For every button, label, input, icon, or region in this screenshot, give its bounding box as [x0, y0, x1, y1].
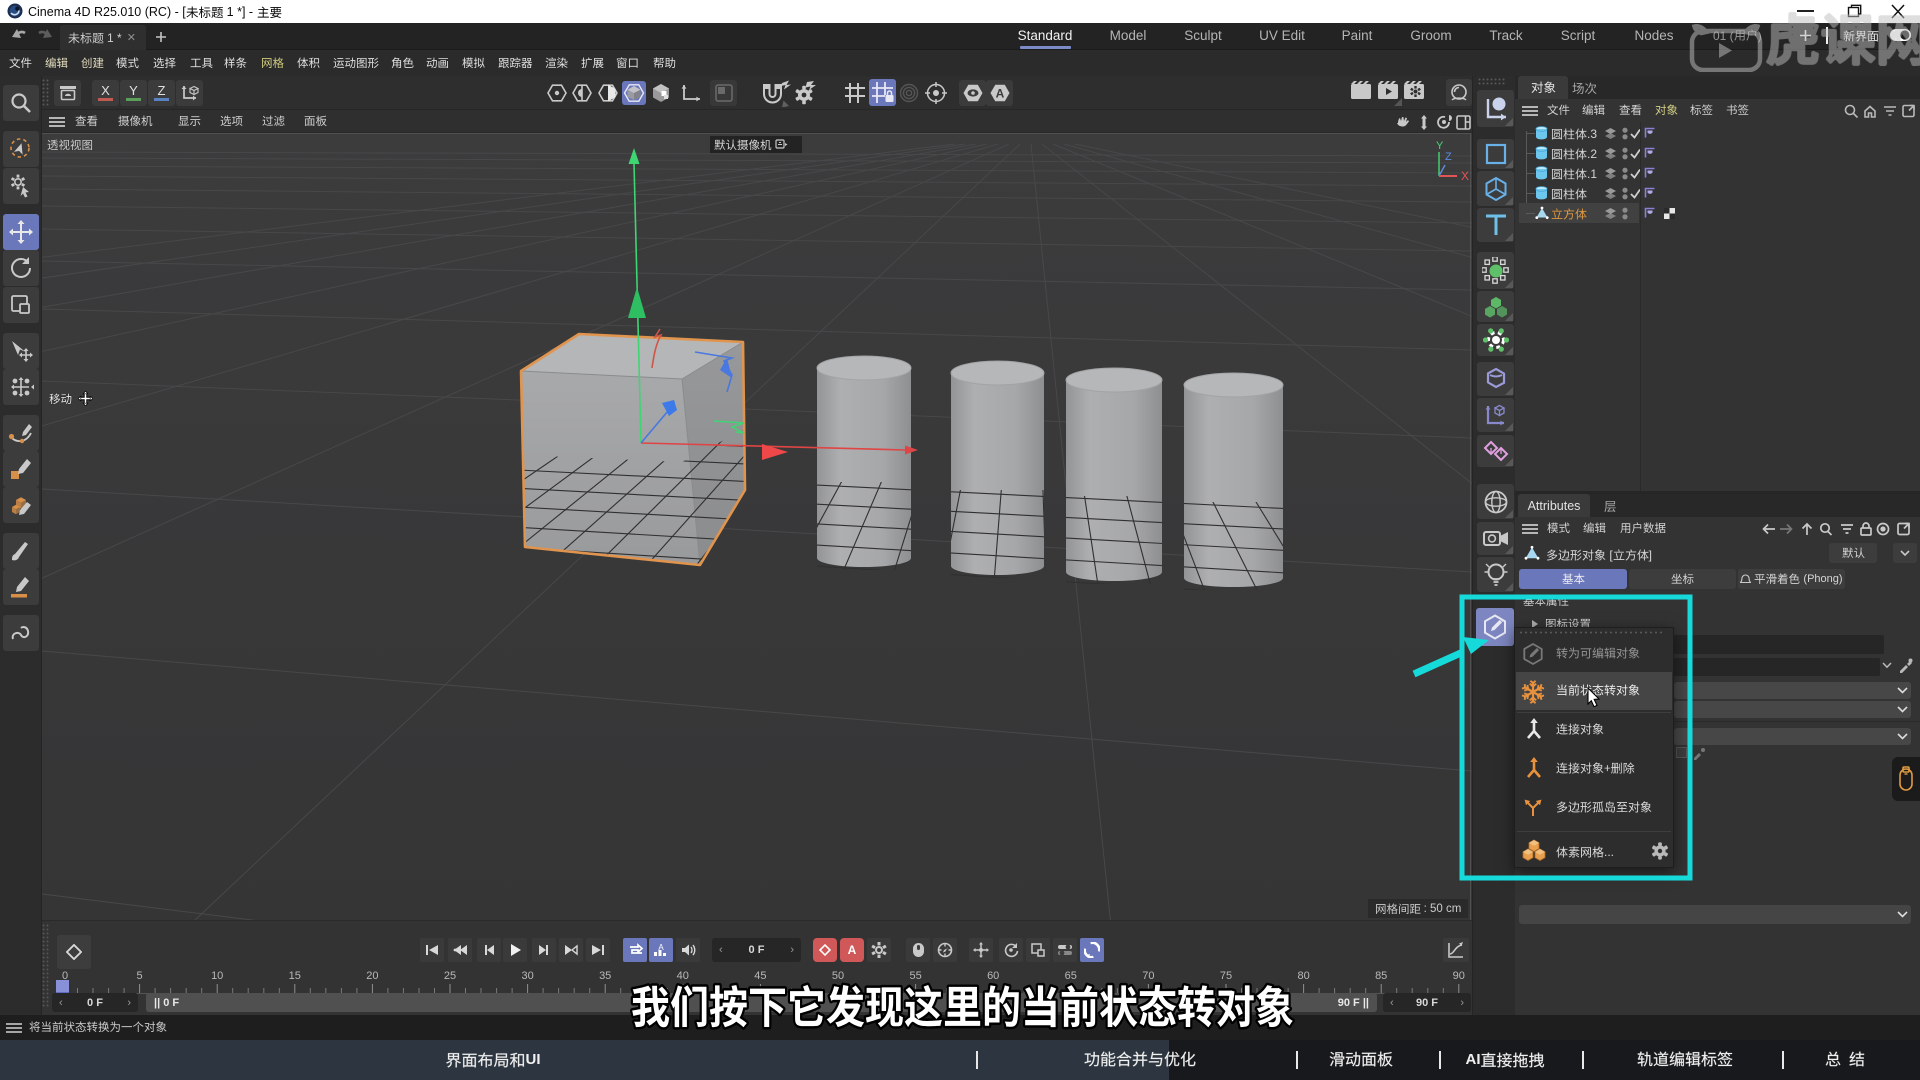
- svg-text:Z: Z: [1445, 151, 1452, 163]
- svg-text:35: 35: [599, 970, 611, 982]
- svg-text:75: 75: [1220, 970, 1232, 982]
- svg-text:20: 20: [366, 970, 378, 982]
- svg-text:15: 15: [289, 970, 301, 982]
- svg-text:90: 90: [1453, 970, 1465, 982]
- svg-text:55: 55: [909, 970, 921, 982]
- svg-text:A: A: [995, 87, 1004, 101]
- svg-text:X: X: [1461, 169, 1469, 180]
- svg-text:Y: Y: [1436, 140, 1444, 152]
- svg-text:85: 85: [1375, 970, 1387, 982]
- svg-text:70: 70: [1142, 970, 1154, 982]
- svg-text:80: 80: [1297, 970, 1309, 982]
- svg-text:25: 25: [444, 970, 456, 982]
- svg-text:65: 65: [1065, 970, 1077, 982]
- svg-text:10: 10: [211, 970, 223, 982]
- svg-text:30: 30: [521, 970, 533, 982]
- svg-text:45: 45: [754, 970, 766, 982]
- svg-text:5: 5: [137, 970, 143, 982]
- svg-text:60: 60: [987, 970, 999, 982]
- svg-text:40: 40: [677, 970, 689, 982]
- svg-text:50: 50: [832, 970, 844, 982]
